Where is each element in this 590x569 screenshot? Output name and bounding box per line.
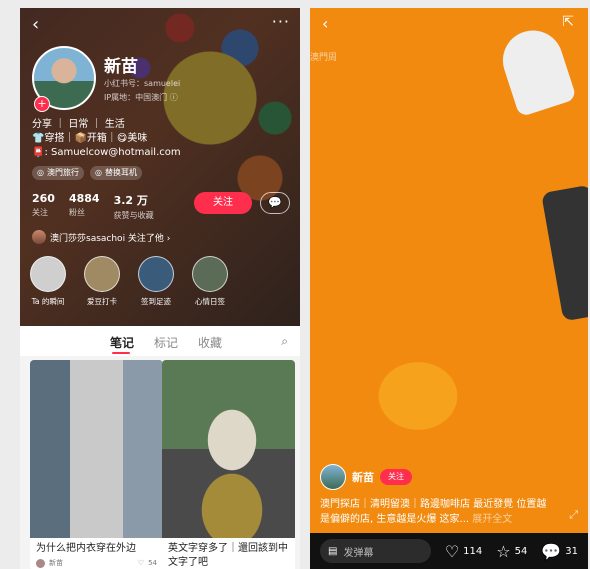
fullscreen-icon[interactable]: ⤢	[569, 508, 578, 522]
profile-tag[interactable]: ◎ 澳門旅行	[32, 166, 84, 180]
profile-stats: 260 关注 4884 粉丝 3.2 万获赞与收藏	[32, 192, 154, 221]
active-tab-indicator	[112, 352, 130, 354]
highlight-item[interactable]: Ta 的瞬间	[30, 256, 66, 307]
stat-followers[interactable]: 4884 粉丝	[69, 192, 100, 221]
follow-button[interactable]: 关注	[194, 192, 252, 214]
highlight-item[interactable]: 签到足迹	[138, 256, 174, 307]
highlight-item[interactable]: 心情日签	[192, 256, 228, 307]
profile-tags: ◎ 澳門旅行 ◎ 替换耳机	[32, 166, 142, 180]
profile-screen: ‹ ··· + 新苗 小红书号：samuelei IP属地：中国澳门 ⓘ 分享 …	[20, 8, 300, 569]
followed-by[interactable]: 澳门莎莎sasachoi 关注了他 ›	[32, 230, 170, 244]
back-icon[interactable]: ‹	[322, 14, 328, 33]
add-icon[interactable]: +	[34, 96, 50, 112]
more-icon[interactable]: ···	[272, 12, 290, 31]
profile-ip: IP属地：中国澳门 ⓘ	[104, 93, 178, 102]
location-icon: ◎	[37, 168, 44, 177]
expand-text[interactable]: 展开全文	[472, 514, 512, 525]
comment-action[interactable]: 💬 31	[541, 542, 578, 561]
profile-header: ‹ ··· + 新苗 小红书号：samuelei IP属地：中国澳门 ⓘ 分享 …	[20, 8, 300, 326]
danmu-input[interactable]: ▤ 发弹幕	[320, 539, 431, 563]
notes-feed: 为什么把内衣穿在外边 新苗♡54 英文字穿多了｜還回該到中文字了吧 新苗♡14	[20, 356, 300, 569]
highlight-item[interactable]: 爱豆打卡	[84, 256, 120, 307]
post-description[interactable]: 澳門探店｜清明留澳｜路邊咖啡店 最近發覺 位置越是偏僻的店, 生意越是火爆 这家…	[320, 497, 550, 527]
post-author[interactable]: 新苗 关注	[320, 464, 412, 490]
star-icon[interactable]: ☆	[496, 542, 510, 561]
detail-topbar: ‹ ⇱	[310, 8, 588, 40]
search-icon[interactable]: ⌕	[281, 334, 288, 349]
bio-line: 📮: Samuelcow@hotmail.com	[32, 147, 181, 158]
heart-icon[interactable]: ♡	[138, 559, 144, 567]
avatar	[32, 230, 46, 244]
tab-favorites[interactable]: 收藏	[198, 334, 222, 351]
bio-line: 👕穿搭｜📦开箱｜😋美味	[32, 133, 148, 144]
tab-marks[interactable]: 标记	[154, 334, 178, 351]
avatar[interactable]	[320, 464, 346, 490]
bio-line: 分享 ｜ 日常 ｜ 生活	[32, 119, 125, 130]
note-image	[30, 360, 163, 538]
tab-notes[interactable]: 笔记	[110, 334, 134, 351]
note-caption: 为什么把内衣穿在外边	[36, 543, 136, 554]
profile-bio: 分享 ｜ 日常 ｜ 生活 👕穿搭｜📦开箱｜😋美味 📮: Samuelcow@ho…	[32, 118, 181, 160]
like-action[interactable]: ♡ 114	[445, 542, 482, 561]
note-card[interactable]: 为什么把内衣穿在外边 新苗 ♡ 54	[30, 360, 163, 569]
author-name[interactable]: 新苗	[352, 469, 374, 485]
follow-button[interactable]: 关注	[380, 469, 412, 485]
comment-icon[interactable]: 💬	[541, 542, 561, 561]
bottom-action-bar: ▤ 发弹幕 ♡ 114 ☆ 54 💬 31	[310, 533, 588, 569]
highlights: Ta 的瞬间 爱豆打卡 签到足迹 心情日签	[30, 256, 228, 307]
profile-tag[interactable]: ◎ 替换耳机	[89, 166, 142, 180]
message-icon[interactable]: 💬	[260, 192, 290, 214]
overlay-snippet: 澳門周	[310, 53, 338, 63]
note-image	[162, 360, 295, 538]
note-caption: 英文字穿多了｜還回該到中文字了吧	[168, 543, 288, 568]
danmu-icon[interactable]: ▤	[328, 546, 337, 557]
star-action[interactable]: ☆ 54	[496, 542, 527, 561]
headphone-icon: ◎	[94, 168, 102, 177]
back-icon[interactable]: ‹	[32, 14, 39, 35]
avatar	[36, 558, 45, 568]
share-icon[interactable]: ⇱	[562, 14, 574, 30]
stat-likes[interactable]: 3.2 万获赞与收藏	[114, 192, 154, 221]
profile-tabs: 笔记 标记 收藏 ⌕	[20, 326, 300, 356]
note-card[interactable]: 英文字穿多了｜還回該到中文字了吧 新苗♡14	[162, 360, 295, 569]
note-detail-screen: ‹ ⇱ 澳門周 新苗 关注 澳門探店｜清明留澳｜路邊咖啡店 最近發覺 位置越是偏…	[310, 8, 588, 569]
stat-following[interactable]: 260 关注	[32, 192, 55, 221]
heart-icon[interactable]: ♡	[445, 542, 459, 561]
profile-id: 小红书号：samuelei	[104, 79, 181, 88]
profile-name: 新苗	[104, 57, 138, 77]
